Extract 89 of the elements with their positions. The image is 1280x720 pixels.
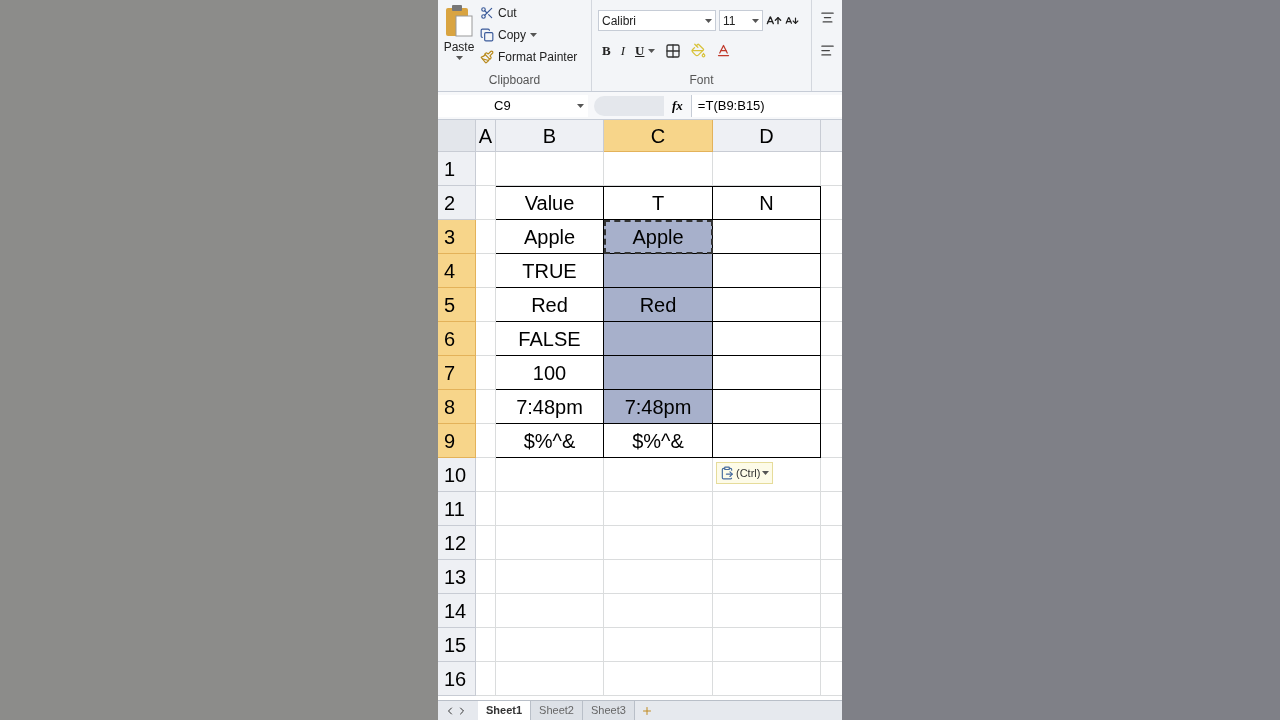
- cell[interactable]: [713, 254, 821, 288]
- cell-text: Apple: [523, 224, 576, 250]
- align-left-icon[interactable]: [820, 43, 835, 58]
- paste-button[interactable]: Paste: [438, 0, 480, 71]
- cell-text: Red: [639, 292, 677, 318]
- row-header[interactable]: 13: [438, 560, 476, 594]
- font-name-field[interactable]: Calibri: [598, 10, 716, 31]
- caret-icon: [530, 33, 537, 37]
- cell[interactable]: T: [604, 186, 713, 220]
- cell[interactable]: [604, 254, 713, 288]
- column-header[interactable]: B: [496, 120, 604, 152]
- paintbrush-icon: [480, 50, 494, 64]
- group-label: Font: [688, 72, 715, 89]
- sheet-tab[interactable]: Sheet3: [582, 701, 635, 720]
- caret-icon: [752, 18, 759, 23]
- column-header[interactable]: [821, 120, 842, 152]
- cell[interactable]: [713, 356, 821, 390]
- font-size-field[interactable]: 11: [719, 10, 763, 31]
- cell[interactable]: [604, 356, 713, 390]
- copy-icon: [480, 28, 494, 42]
- cell[interactable]: [713, 288, 821, 322]
- column-header[interactable]: C: [604, 120, 713, 152]
- row-header[interactable]: 1: [438, 152, 476, 186]
- cell-text: $%^&: [523, 428, 576, 454]
- select-all-corner[interactable]: [438, 120, 476, 152]
- font-color-icon[interactable]: [716, 43, 732, 59]
- align-icon[interactable]: [820, 10, 835, 25]
- column-header[interactable]: D: [713, 120, 821, 152]
- cell-text: TRUE: [522, 258, 577, 284]
- cell-text: N: [759, 191, 774, 216]
- format-painter-button[interactable]: Format Painter: [480, 48, 578, 66]
- borders-icon[interactable]: [665, 42, 682, 59]
- caret-icon: [577, 103, 584, 108]
- row-header[interactable]: 9: [438, 424, 476, 458]
- paste-options-button[interactable]: (Ctrl): [716, 462, 774, 484]
- row-header[interactable]: 4: [438, 254, 476, 288]
- cell[interactable]: 7:48pm: [604, 390, 713, 424]
- name-box[interactable]: C9: [438, 94, 588, 117]
- fill-color-icon[interactable]: [691, 43, 707, 59]
- cell-text: 100: [532, 360, 567, 386]
- cell[interactable]: Apple: [604, 220, 713, 254]
- row-header[interactable]: 14: [438, 594, 476, 628]
- row-header[interactable]: 15: [438, 628, 476, 662]
- cell[interactable]: $%^&: [604, 424, 713, 458]
- cell[interactable]: [713, 322, 821, 356]
- row-header[interactable]: 10: [438, 458, 476, 492]
- cell-text: Red: [531, 292, 568, 318]
- cell-text: T: [651, 191, 665, 216]
- cell-text: FALSE: [518, 326, 581, 352]
- row-header[interactable]: 12: [438, 526, 476, 560]
- formula-field[interactable]: =T(B9:B15): [690, 94, 842, 117]
- row-header[interactable]: 5: [438, 288, 476, 322]
- row-header[interactable]: 6: [438, 322, 476, 356]
- cell-text: Apple: [632, 224, 684, 250]
- clipboard-icon: [720, 466, 734, 480]
- cell[interactable]: [713, 424, 821, 458]
- sheet-tab[interactable]: Sheet2: [531, 701, 583, 720]
- row-header[interactable]: 7: [438, 356, 476, 390]
- cell[interactable]: [713, 390, 821, 424]
- bold-button[interactable]: B: [602, 41, 611, 61]
- sheet-tab[interactable]: Sheet1: [478, 701, 532, 720]
- caret-icon: [648, 48, 656, 53]
- column-header[interactable]: A: [476, 120, 496, 152]
- row-header[interactable]: 8: [438, 390, 476, 424]
- cell-text: 7:48pm: [516, 394, 583, 420]
- new-sheet-icon[interactable]: [640, 704, 653, 717]
- underline-button[interactable]: U: [635, 41, 656, 61]
- scissors-icon: [480, 6, 494, 20]
- row-header[interactable]: 3: [438, 220, 476, 254]
- italic-button[interactable]: I: [620, 41, 625, 61]
- row-header[interactable]: 11: [438, 492, 476, 526]
- cell-text: Value: [524, 191, 575, 216]
- cell-text: $%^&: [632, 428, 684, 454]
- cell[interactable]: [604, 322, 713, 356]
- cell[interactable]: (Ctrl): [713, 458, 821, 492]
- caret-icon: [705, 18, 712, 23]
- caret-icon: [762, 471, 770, 475]
- cell-text: 7:48pm: [624, 394, 692, 420]
- cell[interactable]: Red: [604, 288, 713, 322]
- row-header[interactable]: 2: [438, 186, 476, 220]
- cell[interactable]: N: [713, 186, 821, 220]
- function-button[interactable]: fx: [672, 95, 683, 116]
- cell[interactable]: [713, 220, 821, 254]
- clipboard-icon: [444, 4, 474, 38]
- copy-button[interactable]: Copy: [480, 26, 578, 44]
- cut-button[interactable]: Cut: [480, 4, 578, 22]
- caret-icon: [455, 56, 463, 60]
- group-label: Clipboard: [487, 72, 542, 89]
- row-header[interactable]: 16: [438, 662, 476, 696]
